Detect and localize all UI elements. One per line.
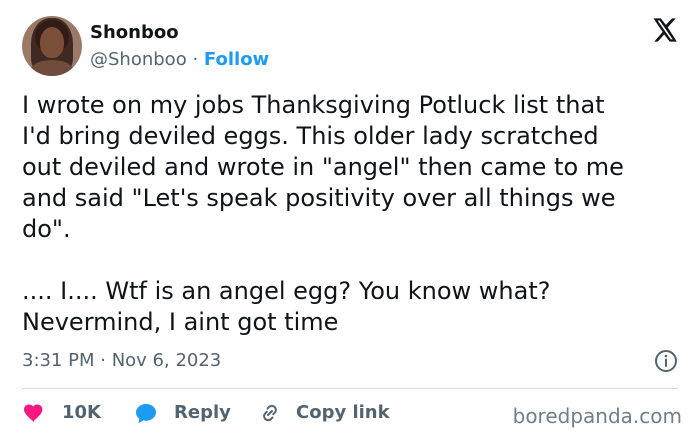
- reply-label: Reply: [174, 402, 231, 423]
- reply-button[interactable]: Reply: [134, 401, 246, 425]
- copy-link-label: Copy link: [296, 402, 390, 423]
- author-handle[interactable]: @Shonboo: [90, 49, 187, 70]
- tweet-header: Shonboo @Shonboo · Follow: [22, 16, 678, 80]
- avatar[interactable]: [22, 16, 82, 76]
- follow-button[interactable]: Follow: [204, 49, 269, 70]
- like-count: 10K: [62, 402, 101, 423]
- link-icon: [263, 404, 277, 422]
- source-watermark: boredpanda.com: [512, 404, 682, 428]
- tweet-card: Shonboo @Shonboo · Follow I wrote on my …: [0, 0, 700, 440]
- x-logo-icon[interactable]: [650, 16, 678, 44]
- separator-dot: ·: [192, 49, 199, 70]
- tweet-divider: [22, 388, 678, 389]
- tweet-timestamp[interactable]: 3:31 PM · Nov 6, 2023: [22, 350, 221, 371]
- like-button[interactable]: 10K: [22, 401, 106, 425]
- timestamp-row: 3:31 PM · Nov 6, 2023: [22, 349, 678, 373]
- info-icon[interactable]: [654, 349, 678, 373]
- avatar-face: [40, 27, 64, 58]
- author-handle-row: @Shonboo · Follow: [90, 49, 269, 71]
- tweet-text: I wrote on my jobs Thanksgiving Potluck …: [22, 91, 624, 336]
- reply-bubble-icon: [136, 404, 156, 423]
- author-name[interactable]: Shonboo: [90, 22, 179, 44]
- avatar-shoulders: [30, 60, 74, 76]
- copy-link-button[interactable]: Copy link: [258, 401, 418, 425]
- heart-icon: [24, 404, 43, 423]
